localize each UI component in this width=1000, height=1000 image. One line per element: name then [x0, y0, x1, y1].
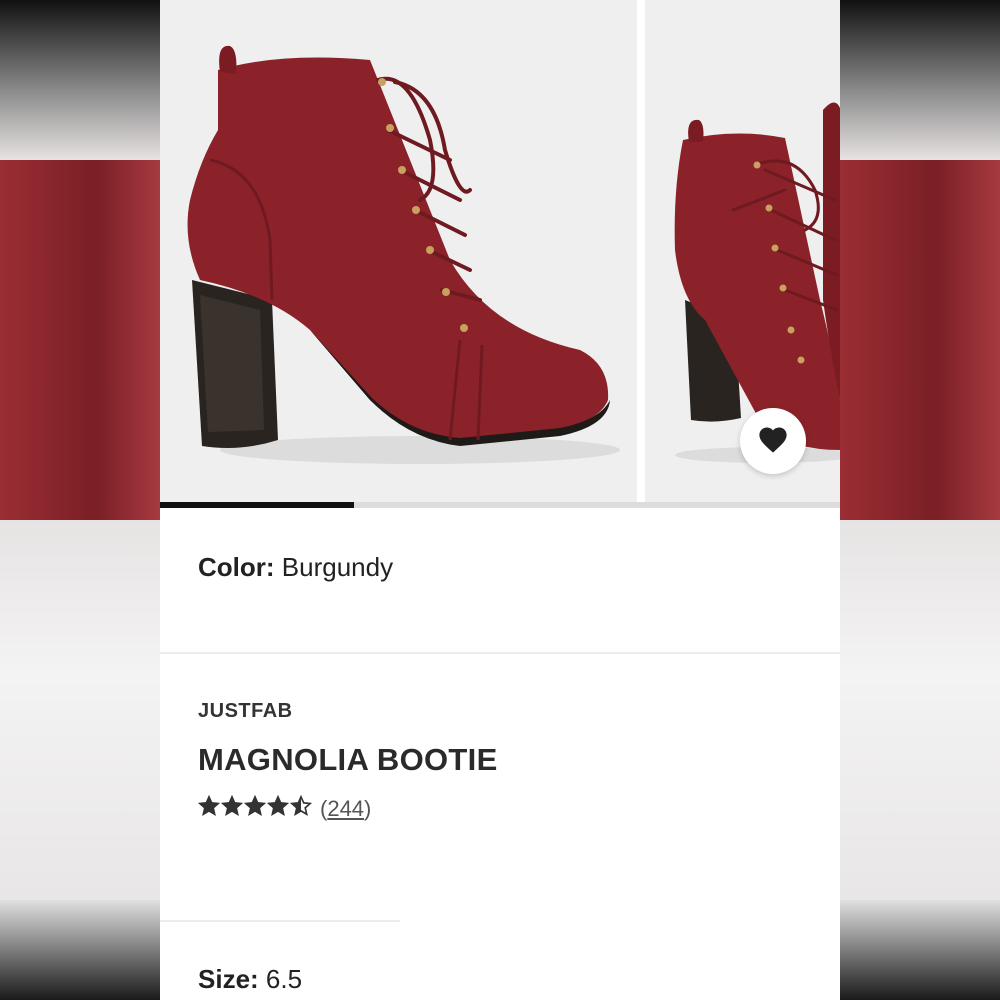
star-rating [197, 794, 313, 822]
color-label: Color: [198, 552, 275, 582]
star-icon [266, 794, 290, 822]
star-icon [197, 794, 221, 822]
heart-icon [756, 424, 790, 459]
blurred-backdrop-left [0, 0, 160, 1000]
brand-name[interactable]: JUSTFAB [198, 700, 293, 723]
star-icon [289, 794, 313, 822]
carousel-progress-fill [160, 502, 354, 508]
divider [160, 920, 400, 922]
star-icon [243, 794, 267, 822]
color-row: Color: Burgundy [198, 552, 393, 583]
rating-row[interactable]: (244) [197, 794, 371, 822]
favorite-button[interactable] [740, 408, 806, 474]
star-icon [220, 794, 244, 822]
product-image-main[interactable] [160, 0, 637, 502]
divider [160, 652, 840, 654]
image-carousel[interactable] [160, 0, 840, 502]
size-row[interactable]: Size: 6.5 [198, 964, 302, 995]
product-panel: Color: Burgundy JUSTFAB MAGNOLIA BOOTIE … [160, 0, 840, 1000]
color-value: Burgundy [281, 552, 394, 582]
size-label: Size: [198, 964, 259, 994]
review-count[interactable]: (244) [320, 796, 371, 822]
carousel-progress [160, 502, 840, 508]
size-value: 6.5 [265, 964, 303, 994]
review-count-link[interactable]: 244 [327, 796, 364, 821]
blurred-backdrop-right [840, 0, 1000, 1000]
product-title: MAGNOLIA BOOTIE [198, 742, 498, 777]
